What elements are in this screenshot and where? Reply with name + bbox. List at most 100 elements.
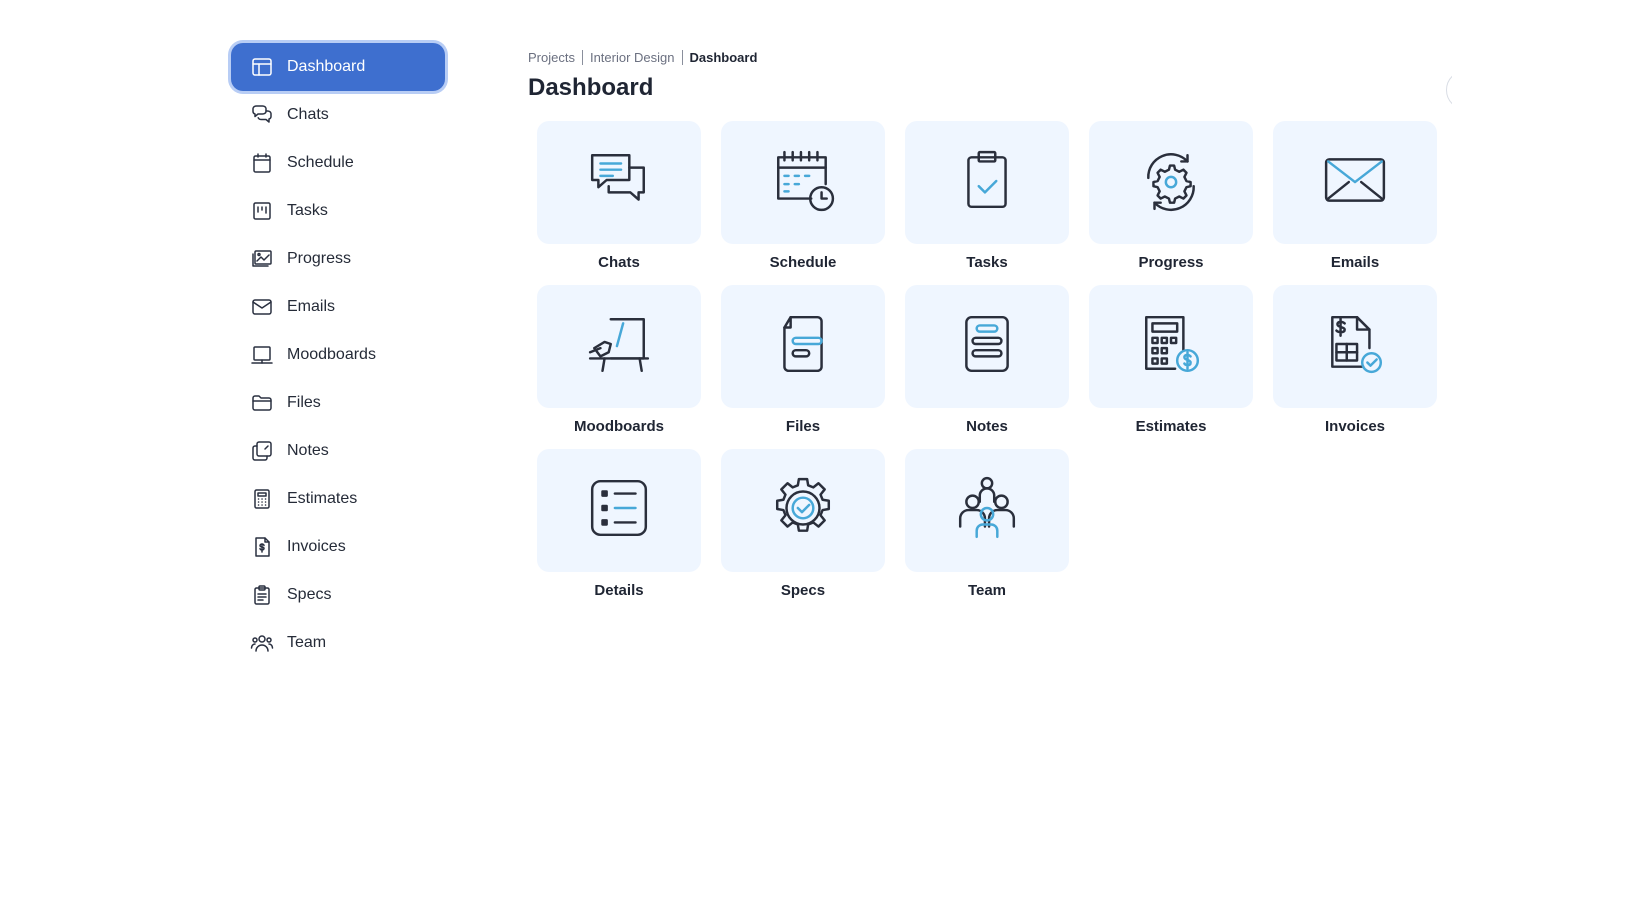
tile-files[interactable]: Files — [721, 285, 885, 449]
tile-label: Notes — [966, 418, 1008, 435]
sidebar-item-tasks[interactable]: Tasks — [231, 187, 445, 235]
dashboard-tiles: Chats Schedule Tasks Progress Emails Moo… — [537, 121, 1437, 613]
tile-specs[interactable]: Specs — [721, 449, 885, 613]
tile-progress[interactable]: Progress — [1089, 121, 1253, 285]
tile-label: Emails — [1330, 254, 1380, 271]
sidebar-item-team[interactable]: Team — [231, 619, 445, 667]
tile-estimates[interactable]: Estimates — [1089, 285, 1253, 449]
sidebar-item-label: Chats — [287, 106, 329, 123]
tile-chats[interactable]: Chats — [537, 121, 701, 285]
tile-card — [905, 449, 1069, 572]
chat-bubbles-icon — [586, 147, 652, 218]
team-icon — [954, 475, 1020, 546]
tile-label: Progress — [1138, 254, 1204, 271]
page-title: Dashboard — [528, 74, 654, 101]
tile-invoices[interactable]: Invoices — [1273, 285, 1437, 449]
sidebar-item-files[interactable]: Files — [231, 379, 445, 427]
tile-label: Details — [594, 582, 644, 599]
sidebar-item-label: Estimates — [287, 490, 358, 507]
tile-notes[interactable]: Notes — [905, 285, 1069, 449]
tile-card — [1273, 121, 1437, 244]
tile-label: Schedule — [769, 254, 837, 271]
sidebar-item-dashboard[interactable]: Dashboard — [231, 43, 445, 91]
sidebar-item-label: Notes — [287, 442, 329, 459]
gear-cycle-icon — [1138, 147, 1204, 218]
tile-card — [721, 285, 885, 408]
clipboard-icon — [249, 582, 275, 608]
tile-card — [1273, 285, 1437, 408]
sidebar-item-label: Dashboard — [287, 58, 366, 75]
calendar-icon — [249, 150, 275, 176]
tile-card — [721, 449, 885, 572]
notes-icon — [249, 438, 275, 464]
dashboard-icon — [249, 54, 275, 80]
envelope-icon — [1322, 147, 1388, 218]
tile-card — [537, 285, 701, 408]
sidebar-item-estimates[interactable]: Estimates — [231, 475, 445, 523]
team-icon — [249, 630, 275, 656]
sidebar-item-label: Moodboards — [287, 346, 376, 363]
tile-team[interactable]: Team — [905, 449, 1069, 613]
clipboard-check-icon — [954, 147, 1020, 218]
tile-card — [537, 121, 701, 244]
tile-schedule[interactable]: Schedule — [721, 121, 885, 285]
notes-icon — [954, 311, 1020, 382]
breadcrumb-item-interior-design[interactable]: Interior Design — [590, 50, 675, 65]
sidebar-item-label: Files — [287, 394, 321, 411]
sidebar-item-specs[interactable]: Specs — [231, 571, 445, 619]
tile-card — [905, 121, 1069, 244]
calculator-icon — [249, 486, 275, 512]
invoice-check-icon — [1322, 311, 1388, 382]
tile-label: Tasks — [966, 254, 1008, 271]
tile-label: Files — [785, 418, 821, 435]
tile-card — [721, 121, 885, 244]
viewport-edge — [1452, 60, 1512, 120]
sidebar-item-label: Emails — [287, 298, 336, 315]
easel-icon — [586, 311, 652, 382]
tile-emails[interactable]: Emails — [1273, 121, 1437, 285]
invoice-icon — [249, 534, 275, 560]
sidebar-item-label: Invoices — [287, 538, 346, 555]
sidebar-item-invoices[interactable]: Invoices — [231, 523, 445, 571]
sidebar-item-label: Schedule — [287, 154, 354, 171]
sidebar-item-label: Team — [287, 634, 327, 651]
folder-icon — [249, 390, 275, 416]
breadcrumb-separator — [581, 50, 583, 65]
breadcrumb-item-projects[interactable]: Projects — [528, 50, 575, 65]
tile-card — [537, 449, 701, 572]
tile-label: Invoices — [1324, 418, 1386, 435]
tile-label: Estimates — [1135, 418, 1207, 435]
envelope-icon — [249, 294, 275, 320]
gear-check-icon — [770, 475, 836, 546]
tile-label: Chats — [598, 254, 640, 271]
tile-moodboards[interactable]: Moodboards — [537, 285, 701, 449]
tile-card — [905, 285, 1069, 408]
tile-tasks[interactable]: Tasks — [905, 121, 1069, 285]
breadcrumb-separator — [681, 50, 683, 65]
sidebar-item-moodboards[interactable]: Moodboards — [231, 331, 445, 379]
tile-label: Moodboards — [574, 418, 664, 435]
tile-label: Team — [967, 582, 1007, 599]
sidebar-item-emails[interactable]: Emails — [231, 283, 445, 331]
sidebar-item-progress[interactable]: Progress — [231, 235, 445, 283]
moodboard-icon — [249, 342, 275, 368]
tile-card — [1089, 121, 1253, 244]
chats-icon — [249, 102, 275, 128]
sidebar-item-label: Tasks — [287, 202, 328, 219]
tile-details[interactable]: Details — [537, 449, 701, 613]
document-icon — [770, 311, 836, 382]
list-icon — [586, 475, 652, 546]
sidebar-item-chats[interactable]: Chats — [231, 91, 445, 139]
sidebar-item-schedule[interactable]: Schedule — [231, 139, 445, 187]
tile-label: Specs — [780, 582, 826, 599]
tile-card — [1089, 285, 1253, 408]
breadcrumb: Projects Interior Design Dashboard — [528, 50, 757, 65]
progress-icon — [249, 246, 275, 272]
calendar-clock-icon — [770, 147, 836, 218]
calculator-dollar-icon — [1138, 311, 1204, 382]
sidebar-item-label: Specs — [287, 586, 332, 603]
sidebar-item-label: Progress — [287, 250, 352, 267]
breadcrumb-item-current: Dashboard — [689, 50, 758, 65]
sidebar-item-notes[interactable]: Notes — [231, 427, 445, 475]
sidebar: Dashboard Chats Schedule Tasks Progress … — [231, 43, 445, 667]
